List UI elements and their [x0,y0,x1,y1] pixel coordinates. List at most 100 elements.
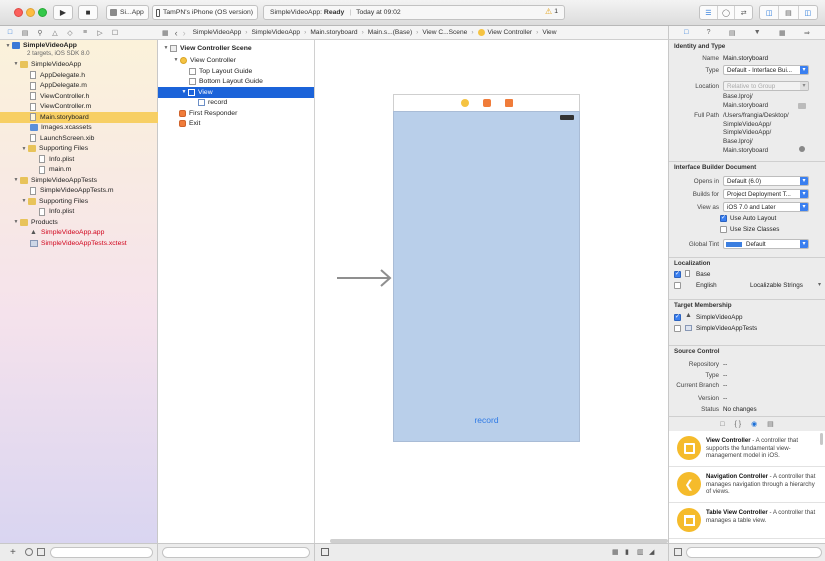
library-item[interactable]: Table View Controller - A controller tha… [669,503,825,539]
localization-english-type[interactable]: Localizable Strings [750,282,803,289]
target-app-checkbox[interactable] [674,313,681,321]
builds-for-popup[interactable]: Project Deployment T... [723,189,809,199]
nav-item-group[interactable]: ▼ Supporting Files [0,144,158,155]
nav-item-product[interactable]: ▲ SimpleVideoApp.app [0,228,158,239]
navigator-filter-field[interactable] [50,547,153,558]
library-item[interactable]: ❮ Navigation Controller - A controller t… [669,467,825,503]
nav-item-file[interactable]: Info.plist [0,154,158,165]
global-tint-popup[interactable]: Default [723,239,809,249]
run-button[interactable]: ▶ [53,5,73,20]
breadcrumb-file[interactable]: Main.storyboard [310,29,367,36]
resolve-issues-icon[interactable]: ◢ [649,548,654,556]
library-filter-field[interactable] [686,547,822,558]
issue-navigator-icon[interactable]: △ [49,29,61,37]
nav-item-file[interactable]: ViewController.h [0,91,158,102]
disclosure-triangle-icon[interactable]: ▼ [4,43,12,49]
project-navigator-icon[interactable]: □ [4,29,16,36]
nav-item-group[interactable]: ▼ SimpleVideoApp [0,59,158,70]
disclosure-triangle-icon[interactable]: ▼ [162,45,170,51]
breadcrumb-controller[interactable]: View Controller [477,29,543,36]
nav-item-file[interactable]: SimpleVideoAppTests.m [0,186,158,197]
symbol-navigator-icon[interactable]: ▤ [19,29,31,37]
version-editor-icon[interactable]: ⇄ [735,6,752,19]
use-auto-layout-checkbox[interactable] [720,214,727,222]
exit-dock-icon[interactable] [504,99,513,107]
disclosure-triangle-icon[interactable]: ▼ [20,146,28,152]
quick-help-icon[interactable]: ? [707,29,711,36]
nav-item-file-selected[interactable]: Main.storyboard [0,112,158,123]
nav-item-file[interactable]: Info.plist [0,207,158,218]
align-icon[interactable]: ▮ [625,548,629,556]
library-scrollbar[interactable] [820,433,823,445]
add-icon[interactable]: + [10,547,16,558]
initial-view-controller-arrow[interactable] [337,267,395,289]
stop-button[interactable]: ■ [78,5,98,20]
outline-row[interactable]: Top Layout Guide [158,66,314,77]
disclosure-triangle-icon[interactable]: ▼ [12,61,20,67]
recent-files-icon[interactable] [25,548,33,556]
attributes-inspector-icon[interactable]: ▼ [754,29,761,36]
localization-english-checkbox[interactable] [674,282,681,289]
nav-item-file[interactable]: Images.xcassets [0,123,158,134]
breadcrumb-project[interactable]: SimpleVideoApp [193,29,252,36]
related-items-icon[interactable]: ▦ [162,29,169,37]
identity-inspector-icon[interactable]: ▤ [729,29,736,37]
code-snippet-library-icon[interactable]: { } [734,421,741,428]
breadcrumb-view[interactable]: View [542,29,564,36]
nav-item-product[interactable]: SimpleVideoAppTests.xctest [0,238,158,249]
outline-row[interactable]: Exit [158,119,314,130]
location-popup[interactable]: Relative to Group [723,81,809,91]
target-tests-checkbox[interactable] [674,325,681,332]
warning-indicator[interactable]: ⚠ 1 [545,7,558,16]
editor-mode-control[interactable]: ☰ ◯ ⇄ [699,5,753,20]
minimize-window-button[interactable] [26,8,35,17]
outline-row[interactable]: record [158,98,314,109]
standard-editor-icon[interactable]: ☰ [700,6,718,19]
size-class-icon[interactable]: ▦ [612,548,619,556]
view-as-popup[interactable]: iOS 7.0 and Later [723,202,809,212]
opens-in-popup[interactable]: Default (6.0) [723,176,809,186]
outline-row-selected[interactable]: ▼ View [158,87,314,98]
back-icon[interactable]: ‹ [175,28,178,38]
record-button[interactable]: record [393,415,580,429]
grid-view-icon[interactable] [674,548,682,556]
reveal-in-finder-icon[interactable] [799,146,805,152]
size-inspector-icon[interactable]: ▦ [779,29,786,37]
localization-base-checkbox[interactable] [674,270,681,278]
nav-item-file[interactable]: AppDelegate.h [0,70,158,81]
disclosure-triangle-icon[interactable]: ▼ [20,198,28,204]
object-library-icon[interactable]: ◉ [751,420,757,428]
disclosure-triangle-icon[interactable]: ▼ [12,219,20,225]
nav-item-file[interactable]: LaunchScreen.xib [0,133,158,144]
nav-item-file[interactable]: main.m [0,165,158,176]
outline-scene-row[interactable]: ▼ View Controller Scene [158,43,314,54]
zoom-window-button[interactable] [38,8,47,17]
nav-item-group[interactable]: ▼ Products [0,217,158,228]
disclosure-triangle-icon[interactable]: ▼ [12,177,20,183]
report-navigator-icon[interactable]: ☐ [109,29,121,37]
outline-filter-field[interactable] [162,547,310,558]
assistant-editor-icon[interactable]: ◯ [718,6,736,19]
nav-item-file[interactable]: AppDelegate.m [0,81,158,92]
nav-item-group[interactable]: ▼ Supporting Files [0,196,158,207]
find-navigator-icon[interactable]: ⚲ [34,29,46,37]
pin-icon[interactable]: ▥ [637,548,644,556]
breadcrumb-localization[interactable]: Main.s...(Base) [368,29,423,36]
connections-inspector-icon[interactable]: ⇒ [804,29,810,37]
debug-navigator-icon[interactable]: ≡ [79,29,91,36]
disclosure-triangle-icon[interactable]: ▼ [172,57,180,63]
file-template-library-icon[interactable]: □ [720,421,724,428]
type-popup[interactable]: Default - Interface Bui... [723,65,809,75]
library-item[interactable]: View Controller - A controller that supp… [669,431,825,467]
outline-controller-row[interactable]: ▼ View Controller [158,55,314,66]
outline-row[interactable]: First Responder [158,108,314,119]
media-library-icon[interactable]: ▤ [767,420,774,428]
device-selector[interactable]: TamPN's iPhone (OS version) [152,5,258,20]
nav-item-file[interactable]: ViewController.m [0,102,158,113]
breakpoint-navigator-icon[interactable]: ▷ [94,29,106,37]
folder-icon[interactable] [798,103,806,109]
toggle-utilities-icon[interactable]: ◫ [799,6,817,19]
breadcrumb-scene[interactable]: View C...Scene [422,29,477,36]
close-window-button[interactable] [14,8,23,17]
disclosure-triangle-icon[interactable]: ▼ [180,89,188,95]
